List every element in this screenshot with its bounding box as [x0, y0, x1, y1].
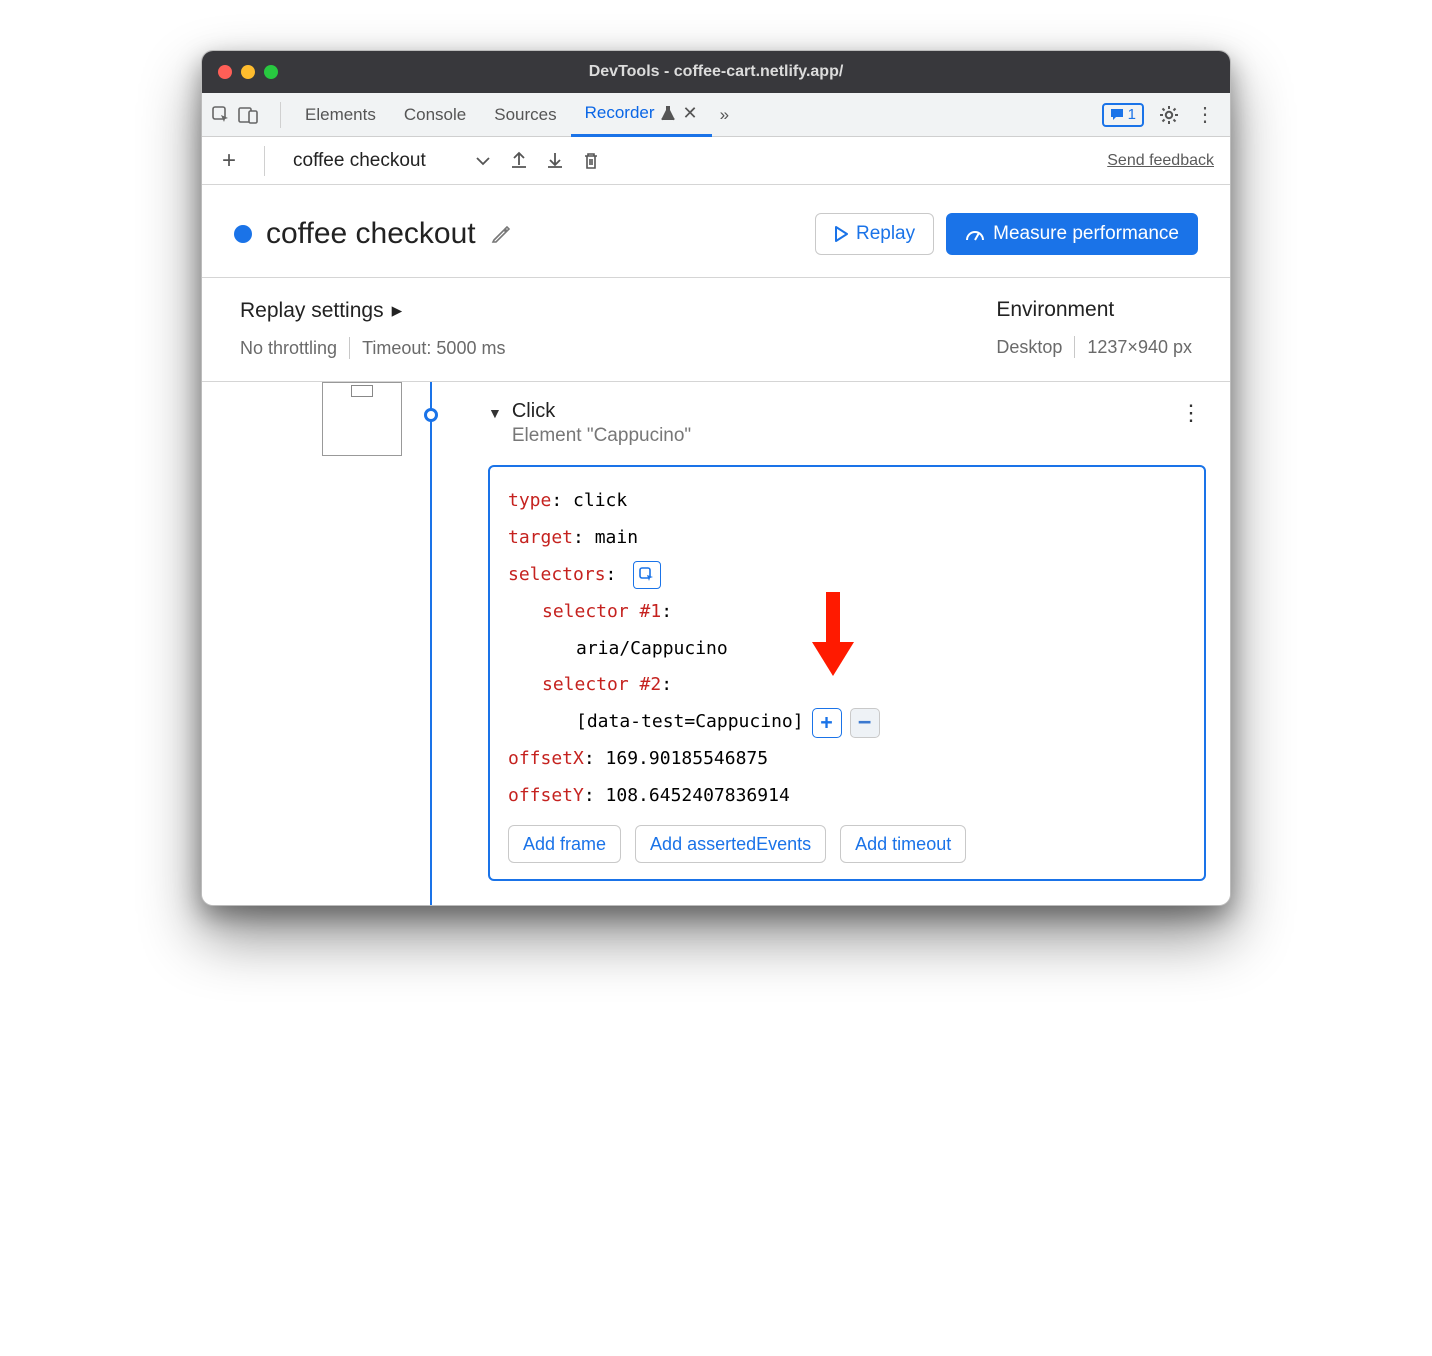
- step-details: ▼ Click Element "Cappucino" ⋮ type: clic…: [402, 382, 1230, 881]
- field-value[interactable]: main: [595, 527, 638, 548]
- new-recording-button[interactable]: +: [218, 150, 240, 172]
- upload-icon: [510, 151, 528, 171]
- replay-button[interactable]: Replay: [815, 213, 934, 255]
- more-vertical-icon: ⋮: [1180, 400, 1202, 425]
- titlebar: DevTools - coffee-cart.netlify.app/: [202, 51, 1230, 93]
- flask-icon: [661, 105, 675, 121]
- send-feedback-link[interactable]: Send feedback: [1107, 152, 1214, 170]
- gear-icon: [1158, 104, 1180, 126]
- recording-selector[interactable]: coffee checkout: [289, 150, 494, 172]
- divider: [280, 102, 281, 128]
- kebab-menu-button[interactable]: ⋮: [1194, 104, 1216, 126]
- button-label: Measure performance: [993, 223, 1179, 245]
- trash-icon: [582, 151, 600, 171]
- add-frame-button[interactable]: Add frame: [508, 825, 621, 863]
- settings-button[interactable]: [1158, 104, 1180, 126]
- button-label: Add timeout: [855, 834, 951, 855]
- field-value[interactable]: 108.6452407836914: [606, 785, 790, 806]
- add-asserted-events-button[interactable]: Add assertedEvents: [635, 825, 826, 863]
- environment-settings: Environment Desktop 1237×940 px: [996, 298, 1192, 359]
- field-key: selectors: [508, 564, 606, 585]
- tab-label: Recorder: [585, 103, 655, 123]
- badge-count: 1: [1128, 106, 1136, 123]
- environment-title: Environment: [996, 298, 1192, 322]
- timeout-value: Timeout: 5000 ms: [362, 338, 505, 359]
- picker-icon: [639, 567, 655, 583]
- button-label: Replay: [856, 223, 915, 245]
- throttling-value: No throttling: [240, 338, 337, 359]
- devtools-tabbar: Elements Console Sources Recorder ✕ » 1 …: [202, 93, 1230, 137]
- field-value[interactable]: 169.90185546875: [606, 748, 769, 769]
- edit-title-button[interactable]: [490, 223, 512, 245]
- gauge-icon: [965, 226, 985, 242]
- recorder-toolbar: + coffee checkout Send feedback: [202, 137, 1230, 185]
- tab-sources[interactable]: Sources: [480, 93, 570, 137]
- chevron-double-right-icon: »: [720, 105, 729, 125]
- minus-icon: −: [858, 700, 871, 745]
- recording-header: coffee checkout Replay Measure performan…: [202, 185, 1230, 278]
- inspect-element-icon[interactable]: [210, 104, 232, 126]
- step-subtitle: Element "Cappucino": [512, 425, 691, 447]
- settings-row: Replay settings▸ No throttling Timeout: …: [202, 278, 1230, 382]
- tab-label: Elements: [305, 105, 376, 125]
- divider: [1074, 336, 1075, 358]
- more-vertical-icon: ⋮: [1195, 102, 1215, 127]
- viewport-value: 1237×940 px: [1087, 337, 1192, 358]
- field-key: selector #1: [542, 601, 661, 622]
- selector-value[interactable]: aria/Cappucino: [576, 638, 728, 659]
- devtools-window: DevTools - coffee-cart.netlify.app/ Elem…: [201, 50, 1231, 906]
- field-value[interactable]: click: [573, 490, 627, 511]
- field-key: type: [508, 490, 551, 511]
- remove-selector-button[interactable]: −: [850, 708, 880, 738]
- field-key: offsetX: [508, 748, 584, 769]
- replay-settings-toggle[interactable]: Replay settings▸: [240, 298, 505, 323]
- step-editor-panel: type: click target: main selectors: sele…: [488, 465, 1206, 881]
- recording-title: coffee checkout: [266, 217, 476, 251]
- device-value: Desktop: [996, 337, 1062, 358]
- recording-status-dot: [234, 225, 252, 243]
- element-picker-button[interactable]: [633, 561, 661, 589]
- tab-label: Console: [404, 105, 466, 125]
- button-label: Add assertedEvents: [650, 834, 811, 855]
- export-button[interactable]: [508, 150, 530, 172]
- add-timeout-button[interactable]: Add timeout: [840, 825, 966, 863]
- tab-label: Sources: [494, 105, 556, 125]
- pencil-icon: [490, 223, 512, 245]
- download-icon: [546, 151, 564, 171]
- step-screenshot-thumb[interactable]: [322, 382, 402, 456]
- chevron-down-icon: [476, 156, 490, 166]
- selector-value[interactable]: [data-test=Cappucino]: [576, 704, 804, 741]
- caret-down-icon: ▼: [488, 405, 502, 421]
- issues-badge[interactable]: 1: [1102, 103, 1144, 127]
- tab-elements[interactable]: Elements: [291, 93, 390, 137]
- replay-settings: Replay settings▸ No throttling Timeout: …: [240, 298, 505, 359]
- play-icon: [834, 226, 848, 242]
- step-header[interactable]: ▼ Click Element "Cappucino": [488, 400, 1206, 447]
- field-key: offsetY: [508, 785, 584, 806]
- close-tab-icon[interactable]: ✕: [683, 103, 698, 124]
- tab-console[interactable]: Console: [390, 93, 480, 137]
- tab-recorder[interactable]: Recorder ✕: [571, 93, 712, 137]
- field-key: selector #2: [542, 674, 661, 695]
- add-selector-button[interactable]: +: [812, 708, 842, 738]
- plus-icon: +: [821, 702, 833, 743]
- step-title: Click: [512, 400, 691, 423]
- delete-button[interactable]: [580, 150, 602, 172]
- divider: [264, 146, 265, 176]
- device-toggle-icon[interactable]: [238, 104, 260, 126]
- import-button[interactable]: [544, 150, 566, 172]
- more-tabs-button[interactable]: »: [712, 93, 737, 137]
- plus-icon: +: [222, 147, 236, 175]
- chat-icon: [1110, 108, 1124, 122]
- divider: [349, 337, 350, 359]
- step-menu-button[interactable]: ⋮: [1180, 400, 1202, 426]
- recording-timeline: ▼ Click Element "Cappucino" ⋮ type: clic…: [202, 382, 1230, 905]
- button-label: Add frame: [523, 834, 606, 855]
- recording-name: coffee checkout: [293, 150, 426, 172]
- window-title: DevTools - coffee-cart.netlify.app/: [202, 63, 1230, 81]
- field-key: target: [508, 527, 573, 548]
- timeline-thumbnail-col: [202, 382, 402, 881]
- measure-performance-button[interactable]: Measure performance: [946, 213, 1198, 255]
- caret-right-icon: ▸: [392, 298, 403, 323]
